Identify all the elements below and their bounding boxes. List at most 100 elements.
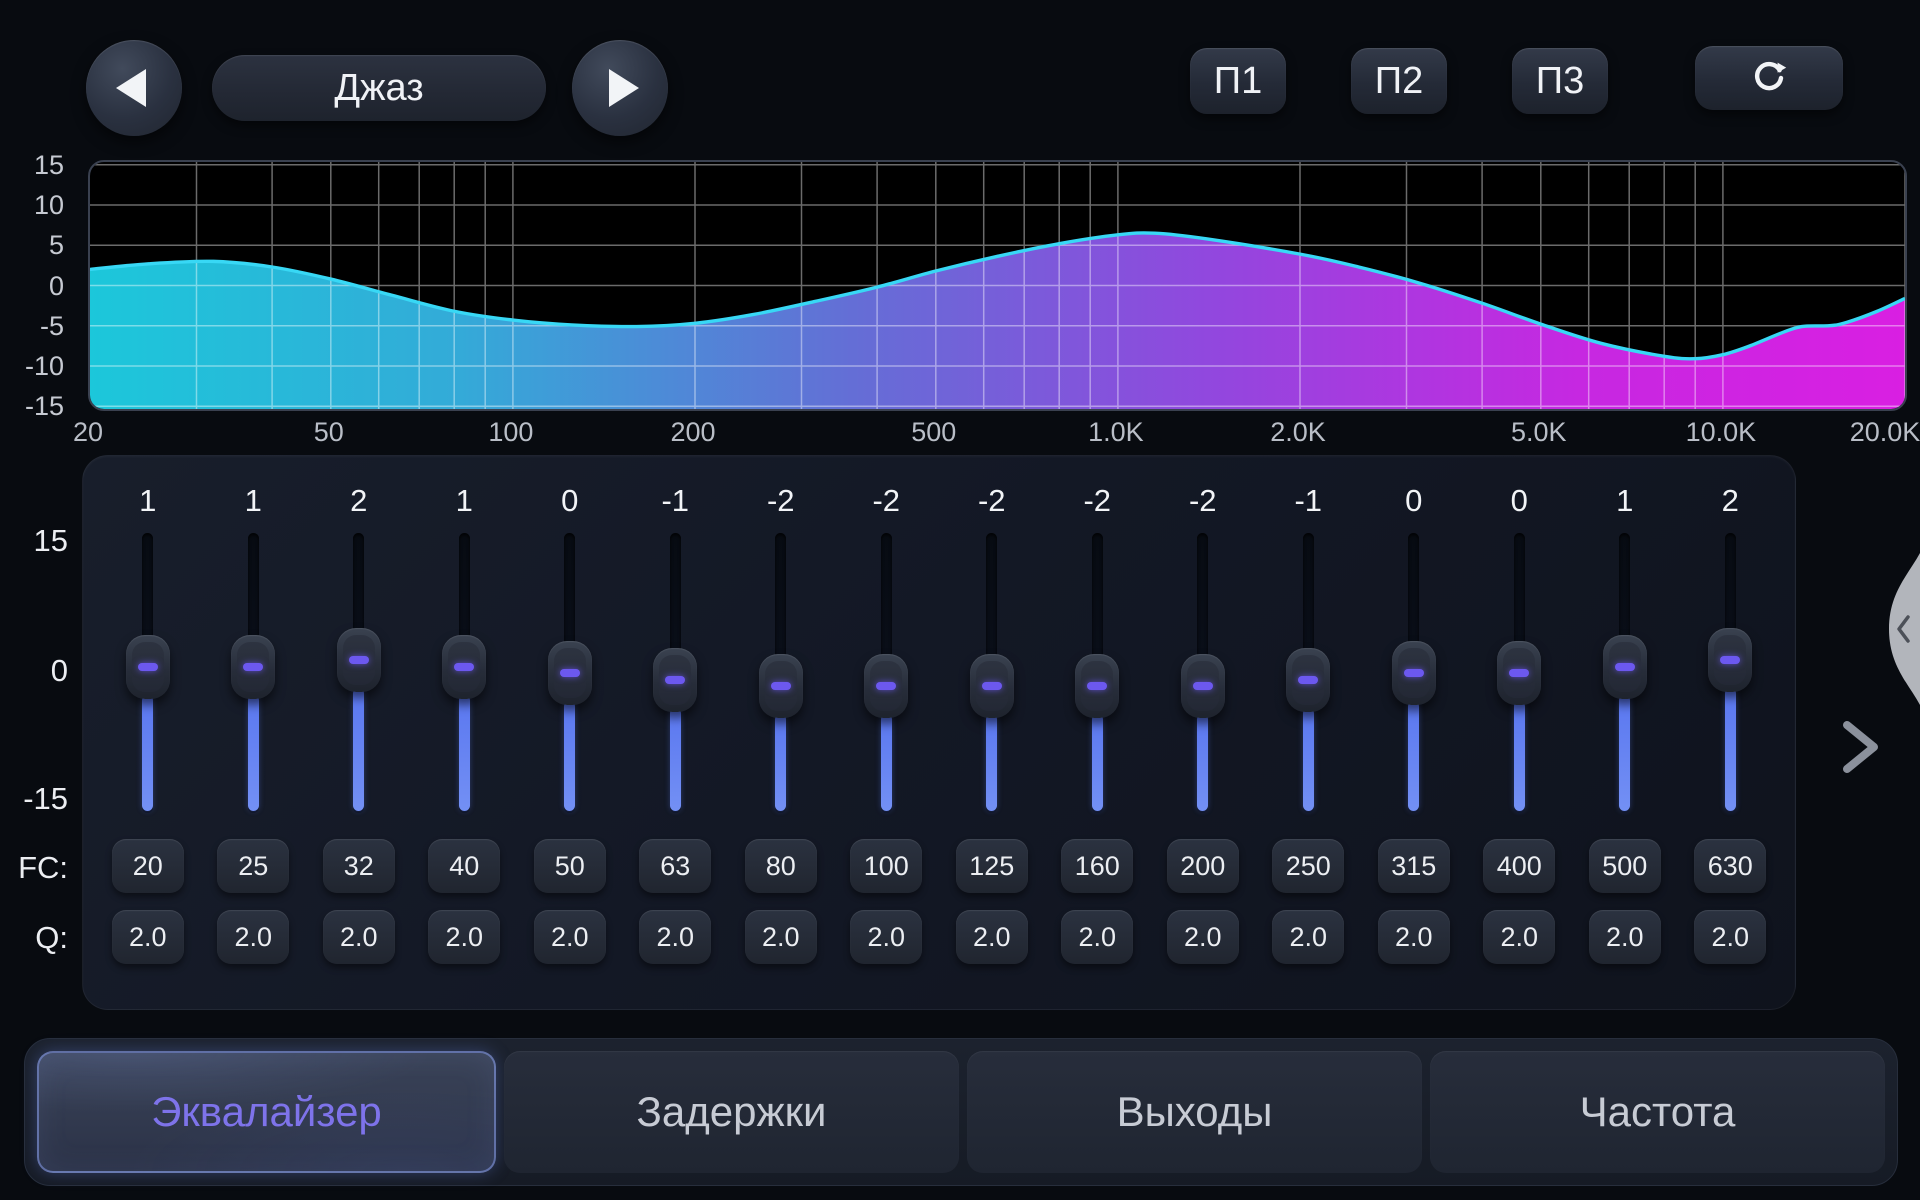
- memory-button-label: П1: [1214, 60, 1262, 103]
- band-slider-thumb[interactable]: [653, 648, 697, 712]
- band-gain-value: -2: [728, 483, 834, 519]
- band-slider-fill: [564, 701, 575, 811]
- band-gain-value: 1: [412, 483, 518, 519]
- band-q-button[interactable]: 2.0: [1694, 910, 1766, 964]
- preset-next-button[interactable]: [572, 40, 668, 136]
- band-gain-value: 2: [1678, 483, 1784, 519]
- slider-thumb-mark-icon: [982, 682, 1002, 690]
- band-fc-button[interactable]: 200: [1167, 839, 1239, 893]
- band-q-button[interactable]: 2.0: [428, 910, 500, 964]
- band-slider-thumb[interactable]: [970, 654, 1014, 718]
- memory-button-p3[interactable]: П3: [1512, 48, 1608, 114]
- band-fc-button[interactable]: 400: [1483, 839, 1555, 893]
- band-fc-button[interactable]: 100: [850, 839, 922, 893]
- band-q-button[interactable]: 2.0: [1589, 910, 1661, 964]
- tab-delays[interactable]: Задержки: [504, 1051, 959, 1173]
- band-q-button[interactable]: 2.0: [850, 910, 922, 964]
- band-gain-value: -2: [834, 483, 940, 519]
- band-q-button[interactable]: 2.0: [1378, 910, 1450, 964]
- eq-band-32: 2322.0: [306, 456, 412, 1009]
- band-slider-thumb[interactable]: [1497, 641, 1541, 705]
- equalizer-band-panel: 1202.01252.02322.01402.00502.0-1632.0-28…: [82, 455, 1796, 1010]
- tab-outputs[interactable]: Выходы: [967, 1051, 1422, 1173]
- reset-button[interactable]: [1695, 46, 1843, 110]
- band-slider-thumb[interactable]: [759, 654, 803, 718]
- band-slider-thumb[interactable]: [864, 654, 908, 718]
- slider-thumb-mark-icon: [1720, 656, 1740, 664]
- slider-thumb-mark-icon: [1404, 669, 1424, 677]
- tab-equalizer[interactable]: Эквалайзер: [37, 1051, 496, 1173]
- q-row-label: Q:: [0, 920, 68, 956]
- memory-button-p2[interactable]: П2: [1351, 48, 1447, 114]
- band-slider-thumb[interactable]: [126, 635, 170, 699]
- band-fc-button[interactable]: 25: [217, 839, 289, 893]
- band-slider-thumb[interactable]: [1075, 654, 1119, 718]
- band-slider-fill: [1514, 701, 1525, 811]
- drawer-flap-handle[interactable]: [1884, 553, 1920, 705]
- memory-button-p1[interactable]: П1: [1190, 48, 1286, 114]
- slider-thumb-mark-icon: [665, 676, 685, 684]
- memory-button-label: П3: [1536, 60, 1584, 103]
- band-q-button[interactable]: 2.0: [534, 910, 606, 964]
- band-q-button[interactable]: 2.0: [639, 910, 711, 964]
- band-q-button[interactable]: 2.0: [112, 910, 184, 964]
- band-q-button[interactable]: 2.0: [1272, 910, 1344, 964]
- band-slider-thumb[interactable]: [442, 635, 486, 699]
- band-fc-button[interactable]: 315: [1378, 839, 1450, 893]
- preset-selector[interactable]: Джаз: [212, 55, 546, 121]
- tab-frequency[interactable]: Частота: [1430, 1051, 1885, 1173]
- band-q-button[interactable]: 2.0: [1167, 910, 1239, 964]
- band-slider-fill: [775, 714, 786, 811]
- band-slider-thumb[interactable]: [1392, 641, 1436, 705]
- eq-band-80: -2 80 2.0: [728, 456, 834, 1009]
- band-fc-button[interactable]: 250: [1272, 839, 1344, 893]
- band-fc-button[interactable]: 80: [745, 839, 817, 893]
- band-fc-button[interactable]: 500: [1589, 839, 1661, 893]
- band-q-button[interactable]: 2.0: [1061, 910, 1133, 964]
- eq-curve: [90, 162, 1905, 409]
- eq-band-125: -21252.0: [939, 456, 1045, 1009]
- slider-thumb-mark-icon: [560, 669, 580, 677]
- band-fc-button[interactable]: 125: [956, 839, 1028, 893]
- slider-scale-min: -15: [0, 781, 68, 817]
- band-gain-value: 0: [1361, 483, 1467, 519]
- band-slider-fill: [986, 714, 997, 811]
- band-gain-value: 0: [517, 483, 623, 519]
- band-gain-value: -2: [1150, 483, 1256, 519]
- eq-band-50: 0 50 2.0: [517, 456, 623, 1009]
- y-tick-label: -10: [4, 352, 64, 380]
- band-q-button[interactable]: 2.0: [745, 910, 817, 964]
- band-slider-thumb[interactable]: [1181, 654, 1225, 718]
- band-fc-button[interactable]: 50: [534, 839, 606, 893]
- eq-band-25: 1252.0: [201, 456, 307, 1009]
- band-slider-thumb[interactable]: [548, 641, 592, 705]
- y-tick-label: -5: [4, 312, 64, 340]
- band-gain-value: -1: [1256, 483, 1362, 519]
- band-slider-thumb[interactable]: [337, 628, 381, 692]
- band-slider-thumb[interactable]: [1286, 648, 1330, 712]
- band-gain-value: 1: [1572, 483, 1678, 519]
- y-tick-label: -15: [4, 392, 64, 420]
- preset-prev-button[interactable]: [86, 40, 182, 136]
- band-fc-button[interactable]: 20: [112, 839, 184, 893]
- band-q-button[interactable]: 2.0: [1483, 910, 1555, 964]
- band-fc-button[interactable]: 63: [639, 839, 711, 893]
- band-slider-thumb[interactable]: [1603, 635, 1647, 699]
- band-fc-button[interactable]: 630: [1694, 839, 1766, 893]
- slider-thumb-mark-icon: [138, 663, 158, 671]
- band-fc-button[interactable]: 40: [428, 839, 500, 893]
- y-tick-label: 5: [4, 231, 64, 259]
- slider-thumb-mark-icon: [771, 682, 791, 690]
- band-slider-thumb[interactable]: [231, 635, 275, 699]
- band-slider-thumb[interactable]: [1708, 628, 1752, 692]
- eq-response-graph: [88, 160, 1907, 411]
- band-q-button[interactable]: 2.0: [323, 910, 395, 964]
- band-q-button[interactable]: 2.0: [217, 910, 289, 964]
- band-fc-button[interactable]: 32: [323, 839, 395, 893]
- x-tick-label: 20.0K: [1850, 417, 1920, 448]
- band-gain-value: 0: [1467, 483, 1573, 519]
- next-bands-button[interactable]: [1838, 716, 1884, 778]
- band-fc-button[interactable]: 160: [1061, 839, 1133, 893]
- refresh-icon: [1749, 58, 1789, 98]
- band-q-button[interactable]: 2.0: [956, 910, 1028, 964]
